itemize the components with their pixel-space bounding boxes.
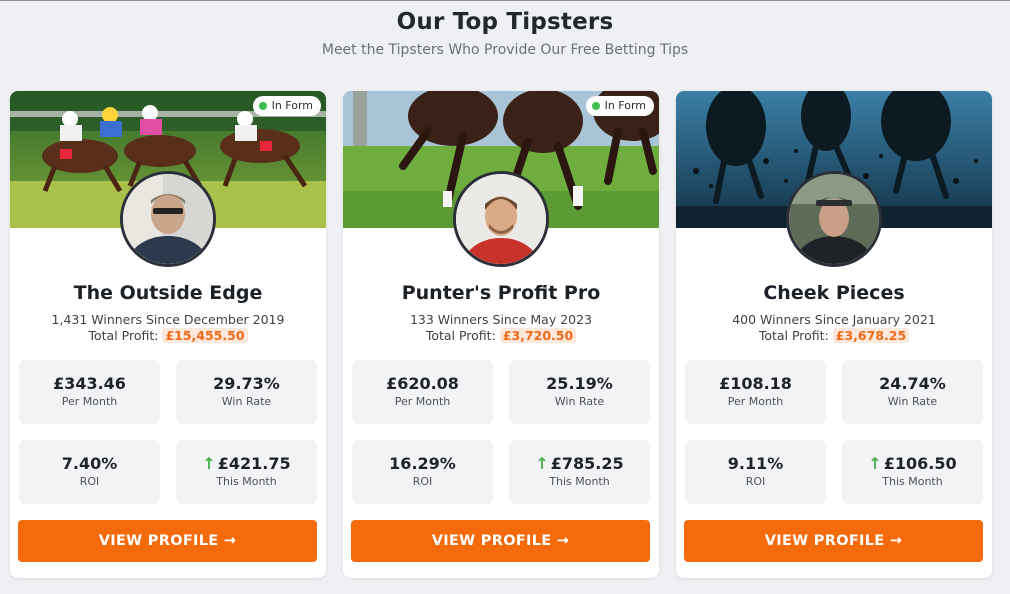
stat-label: This Month	[882, 475, 943, 488]
stat-value-row: ↑ £785.25	[509, 454, 650, 474]
stat-value-row: ↑ £421.75	[176, 454, 317, 474]
stat-value: 25.19%	[546, 374, 613, 393]
stat-value-row: ↑ £106.50	[842, 454, 983, 474]
stat-label: ROI	[745, 475, 766, 488]
stat-win-rate: 29.73% Win Rate	[176, 360, 317, 424]
stat-roi: 7.40% ROI	[19, 440, 160, 504]
stat-per-month: £108.18 Per Month	[685, 360, 826, 424]
tipster-winners: 1,431 Winners Since December 2019	[51, 312, 285, 327]
stat-value: 16.29%	[389, 454, 456, 473]
stat-label: Win Rate	[554, 395, 605, 408]
arrow-up-icon: ↑	[868, 454, 882, 473]
tipster-total-profit: Total Profit: £3,720.50	[343, 328, 659, 344]
stat-value: 29.73%	[213, 374, 280, 393]
stat-value: £421.75	[217, 454, 291, 473]
badge-label: In Form	[604, 99, 646, 112]
stat-value: 9.11%	[727, 454, 784, 473]
status-dot-icon	[591, 102, 600, 110]
top-divider	[0, 0, 1010, 1]
stat-roi: 9.11% ROI	[685, 440, 826, 504]
profit-value: £15,455.50	[162, 328, 248, 343]
arrow-up-icon: ↑	[535, 454, 549, 473]
stat-win-rate: 24.74% Win Rate	[842, 360, 983, 424]
stat-value: 24.74%	[879, 374, 946, 393]
stat-label: Win Rate	[221, 395, 272, 408]
tipster-name: The Outside Edge	[73, 282, 263, 304]
stat-label: This Month	[216, 475, 277, 488]
status-dot-icon	[258, 102, 267, 110]
arrow-up-icon: ↑	[202, 454, 216, 473]
tipster-avatar	[120, 171, 216, 267]
stat-value: £343.46	[53, 374, 126, 393]
tipster-winners: 400 Winners Since January 2021	[732, 312, 936, 327]
tipster-avatar	[786, 171, 882, 267]
stat-win-rate: 25.19% Win Rate	[509, 360, 650, 424]
stat-this-month: ↑ £785.25 This Month	[509, 440, 650, 504]
badge-label: In Form	[271, 99, 313, 112]
view-profile-button[interactable]: VIEW PROFILE →	[684, 520, 983, 562]
profit-label: Total Profit:	[758, 328, 829, 343]
stat-value: £785.25	[550, 454, 624, 473]
stat-this-month: ↑ £106.50 This Month	[842, 440, 983, 504]
tipster-avatar	[453, 171, 549, 267]
view-profile-button[interactable]: VIEW PROFILE →	[351, 520, 650, 562]
tipster-total-profit: Total Profit: £3,678.25	[676, 328, 992, 344]
view-profile-button[interactable]: VIEW PROFILE →	[18, 520, 317, 562]
stat-per-month: £343.46 Per Month	[19, 360, 160, 424]
profit-value: £3,678.25	[832, 328, 910, 343]
stat-label: ROI	[79, 475, 100, 488]
stat-label: Per Month	[394, 395, 451, 408]
stat-this-month: ↑ £421.75 This Month	[176, 440, 317, 504]
stat-label: ROI	[412, 475, 433, 488]
tipster-name: Cheek Pieces	[763, 282, 905, 304]
stat-label: Win Rate	[887, 395, 938, 408]
stat-label: This Month	[549, 475, 610, 488]
tipster-total-profit: Total Profit: £15,455.50	[10, 328, 326, 344]
stat-value: 7.40%	[61, 454, 118, 473]
tipster-winners: 133 Winners Since May 2023	[409, 312, 593, 327]
tipster-card: In Form The Outside Edge 1,431 Winners S…	[10, 91, 326, 578]
profit-label: Total Profit:	[88, 328, 159, 343]
stat-value: £620.08	[386, 374, 459, 393]
stat-per-month: £620.08 Per Month	[352, 360, 493, 424]
section-header: Our Top Tipsters Meet the Tipsters Who P…	[0, 6, 1010, 59]
in-form-badge: In Form	[585, 96, 654, 116]
stat-value: £108.18	[719, 374, 792, 393]
tipster-card: In Form Punter's Profit Pro 133 Winners …	[343, 91, 659, 578]
stat-label: Per Month	[61, 395, 118, 408]
in-form-badge: In Form	[252, 96, 321, 116]
profit-label: Total Profit:	[425, 328, 496, 343]
profit-value: £3,720.50	[499, 328, 577, 343]
tipster-name: Punter's Profit Pro	[401, 282, 601, 304]
section-subtitle: Meet the Tipsters Who Provide Our Free B…	[321, 42, 689, 58]
stat-value: £106.50	[883, 454, 957, 473]
stat-label: Per Month	[727, 395, 784, 408]
section-title: Our Top Tipsters	[396, 9, 614, 35]
stat-roi: 16.29% ROI	[352, 440, 493, 504]
tipster-card: Cheek Pieces 400 Winners Since January 2…	[676, 91, 992, 578]
